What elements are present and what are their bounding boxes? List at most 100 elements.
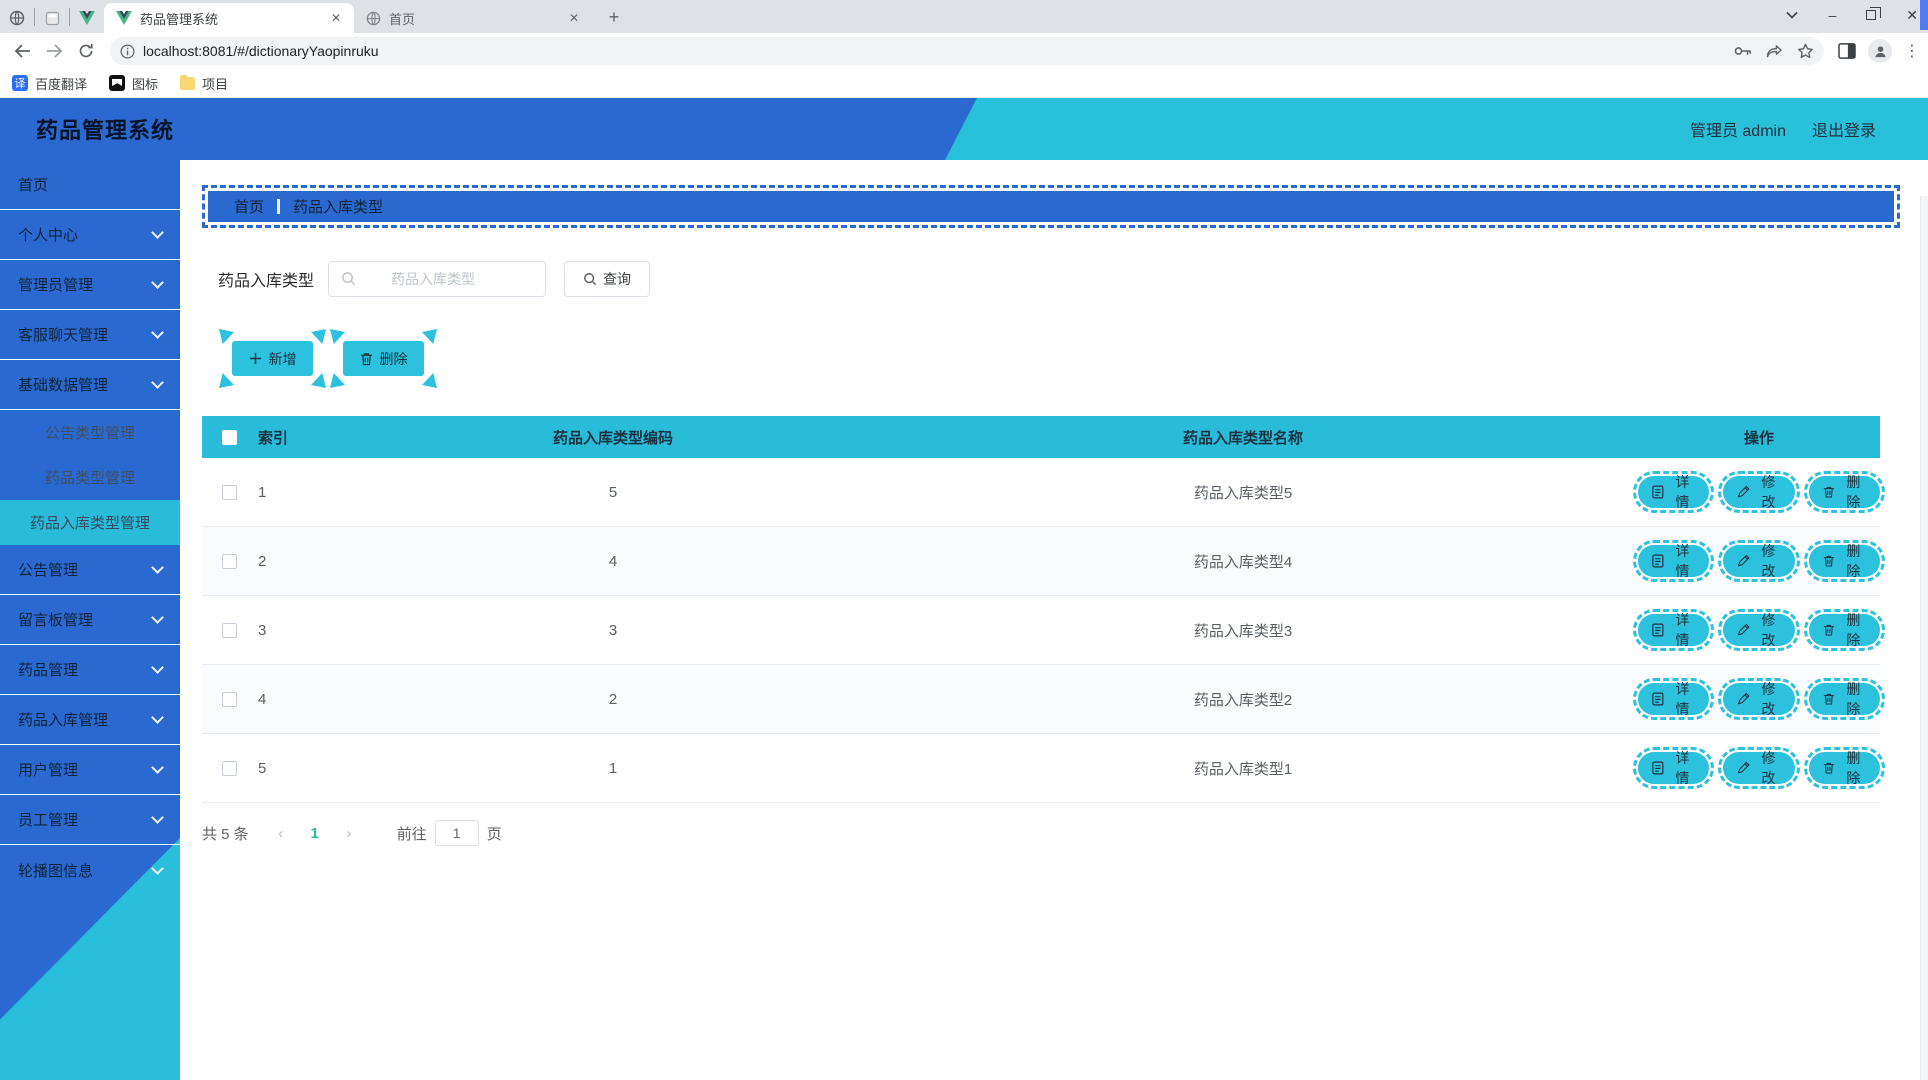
sidebar-subitem-notice-type[interactable]: 公告类型管理 xyxy=(0,410,180,455)
cell-code: 2 xyxy=(608,690,618,708)
pinned-tab-globe[interactable] xyxy=(0,3,34,33)
logout-link[interactable]: 退出登录 xyxy=(1812,117,1876,141)
bookmark-star-icon[interactable] xyxy=(1797,43,1814,59)
row-delete-button[interactable]: 删除 xyxy=(1803,540,1886,582)
edit-button[interactable]: 修改 xyxy=(1718,747,1800,789)
profile-avatar[interactable] xyxy=(1868,39,1892,63)
pen-icon xyxy=(1737,554,1750,567)
sidebar-item-chat-mgmt[interactable]: 客服聊天管理 xyxy=(0,310,180,360)
sidebar-item-base-data-mgmt[interactable]: 基础数据管理 xyxy=(0,360,180,410)
row-delete-button-label: 删除 xyxy=(1846,612,1861,648)
add-button[interactable]: 新增 xyxy=(219,329,326,388)
sidebar-item-drug-mgmt[interactable]: 药品管理 xyxy=(0,645,180,695)
chevron-down-icon xyxy=(151,661,164,674)
main-content: 首页 药品入库类型 药品入库类型 查询 新增 xyxy=(180,160,1928,1080)
pagination-page-1[interactable]: 1 xyxy=(301,819,329,847)
row-delete-button[interactable]: 删除 xyxy=(1803,678,1886,720)
row-delete-button[interactable]: 删除 xyxy=(1803,747,1886,789)
pagination-goto-label: 前往 xyxy=(396,825,427,843)
sidebar-item-user-mgmt[interactable]: 用户管理 xyxy=(0,745,180,795)
edit-button-label: 修改 xyxy=(1761,750,1776,786)
current-user-label: 管理员 admin xyxy=(1689,123,1786,140)
detail-button[interactable]: 详情 xyxy=(1632,747,1715,789)
tab-inactive[interactable]: 首页 ✕ xyxy=(354,3,592,33)
row-checkbox[interactable] xyxy=(222,760,237,776)
sidebar-item-label: 药品入库类型管理 xyxy=(29,515,150,532)
sidebar-item-message-board[interactable]: 留言板管理 xyxy=(0,595,180,645)
edit-button[interactable]: 修改 xyxy=(1718,609,1800,651)
detail-button[interactable]: 详情 xyxy=(1632,678,1715,720)
site-info-icon[interactable] xyxy=(120,44,135,59)
pagination-prev-button[interactable]: ‹ xyxy=(267,819,295,847)
row-checkbox[interactable] xyxy=(222,691,237,707)
row-checkbox[interactable] xyxy=(222,484,237,500)
url-text[interactable]: localhost:8081/#/dictionaryYaopinruku xyxy=(143,43,1734,59)
sidebar-item-drug-inbound-mgmt[interactable]: 药品入库管理 xyxy=(0,695,180,745)
bookmark-item[interactable]: 译 百度翻译 xyxy=(12,74,87,93)
window-minimize-button[interactable]: – xyxy=(1828,7,1836,23)
new-tab-button[interactable]: + xyxy=(600,3,628,31)
sidebar-item-label: 公告管理 xyxy=(18,562,79,579)
back-button[interactable] xyxy=(8,37,36,65)
search-label: 药品入库类型 xyxy=(218,273,315,290)
sidebar-item-admin-mgmt[interactable]: 管理员管理 xyxy=(0,260,180,310)
window-restore-button[interactable] xyxy=(1866,7,1882,20)
browser-menu-button[interactable]: ⋮ xyxy=(1904,41,1920,61)
sidebar-item-home[interactable]: 首页 xyxy=(0,160,180,210)
cell-index: 5 xyxy=(258,759,267,777)
delete-button[interactable]: 删除 xyxy=(330,329,437,388)
table-row: 2 4 药品入库类型4 详情 修改 删除 xyxy=(202,527,1886,596)
tab-close-button[interactable]: ✕ xyxy=(328,10,344,26)
window-close-button[interactable]: ✕ xyxy=(1906,7,1918,24)
pinned-tab-vue[interactable] xyxy=(70,3,104,33)
cell-name: 药品入库类型3 xyxy=(1193,622,1293,640)
edit-button-label: 修改 xyxy=(1761,681,1776,717)
pagination-goto-input[interactable] xyxy=(434,820,479,846)
bookmark-item[interactable]: 项目 xyxy=(180,74,228,93)
edit-button[interactable]: 修改 xyxy=(1718,678,1800,720)
sidebar-nav: 首页 个人中心 管理员管理 客服聊天管理 基础数据管理 公告类型管理 药品类型管… xyxy=(0,160,180,1080)
column-header-code: 药品入库类型编码 xyxy=(552,429,673,447)
sidebar-item-label: 轮播图信息 xyxy=(18,862,94,880)
table-row: 4 2 药品入库类型2 详情 修改 删除 xyxy=(202,665,1886,734)
table-toolbar: 新增 删除 xyxy=(219,329,1902,388)
sidebar-item-carousel-info[interactable]: 轮播图信息 xyxy=(0,845,180,895)
sidebar-subitem-drug-type[interactable]: 药品类型管理 xyxy=(0,455,180,500)
breadcrumb-separator xyxy=(277,199,281,214)
detail-button[interactable]: 详情 xyxy=(1632,609,1715,651)
row-checkbox[interactable] xyxy=(222,553,237,569)
row-checkbox[interactable] xyxy=(222,622,237,638)
query-button[interactable]: 查询 xyxy=(564,261,651,297)
tab-title: 药品管理系统 xyxy=(140,11,219,27)
side-panel-icon[interactable] xyxy=(1838,43,1856,59)
sidebar-item-label: 首页 xyxy=(18,177,49,194)
breadcrumb-home[interactable]: 首页 xyxy=(234,196,264,217)
sidebar-subitem-drug-inbound-type[interactable]: 药品入库类型管理 xyxy=(0,500,180,545)
pinned-tab-page[interactable] xyxy=(35,3,69,33)
address-bar[interactable]: localhost:8081/#/dictionaryYaopinruku xyxy=(110,37,1824,65)
refresh-button[interactable] xyxy=(72,37,100,65)
row-delete-button[interactable]: 删除 xyxy=(1803,609,1886,651)
detail-button[interactable]: 详情 xyxy=(1632,540,1715,582)
sidebar-item-notice-mgmt[interactable]: 公告管理 xyxy=(0,545,180,595)
detail-button[interactable]: 详情 xyxy=(1632,471,1715,513)
cell-name: 药品入库类型1 xyxy=(1193,760,1293,778)
pagination-next-button[interactable]: › xyxy=(335,819,363,847)
tab-search-chevron-icon[interactable] xyxy=(1786,11,1799,19)
select-all-checkbox[interactable] xyxy=(222,429,237,445)
row-delete-button[interactable]: 删除 xyxy=(1803,471,1886,513)
search-input[interactable] xyxy=(328,261,547,297)
page-scrollbar[interactable] xyxy=(1920,196,1928,1080)
bookmark-item[interactable]: 图标 xyxy=(109,74,158,93)
tab-close-button[interactable]: ✕ xyxy=(566,10,582,26)
password-key-icon[interactable] xyxy=(1734,45,1752,57)
share-icon[interactable] xyxy=(1766,44,1783,59)
edit-button[interactable]: 修改 xyxy=(1718,540,1800,582)
forward-button[interactable] xyxy=(40,37,68,65)
vue-logo-icon xyxy=(79,11,95,25)
tab-active[interactable]: 药品管理系统 ✕ xyxy=(104,3,354,33)
sidebar-item-staff-mgmt[interactable]: 员工管理 xyxy=(0,795,180,845)
sidebar-item-personal-center[interactable]: 个人中心 xyxy=(0,210,180,260)
edit-button-label: 修改 xyxy=(1761,474,1776,510)
edit-button[interactable]: 修改 xyxy=(1718,471,1800,513)
